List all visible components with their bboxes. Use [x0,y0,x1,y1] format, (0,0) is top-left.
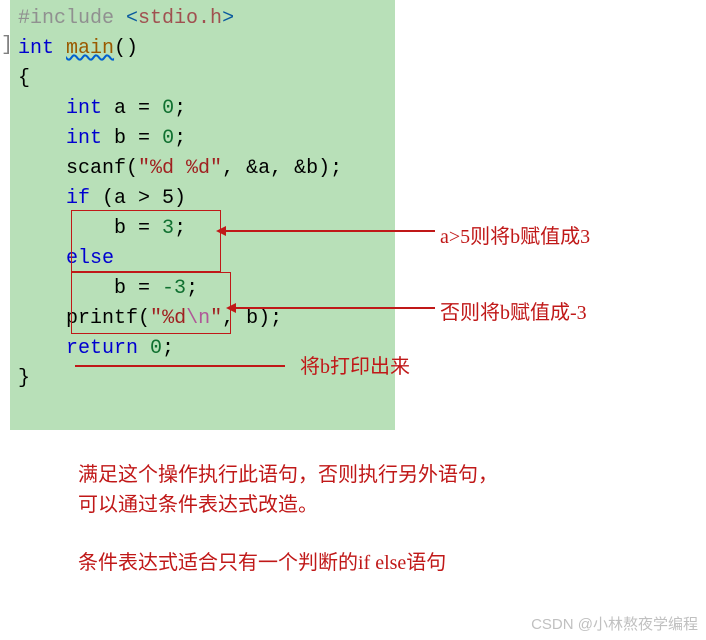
line-scanf: scanf("%d %d", &a, &b); [18,154,395,184]
main-parens: () [114,37,138,60]
arrow-line-2 [235,307,435,309]
annotation-else: 否则将b赋值成-3 [440,296,587,325]
brace-open: { [18,64,395,94]
annotation-if: a>5则将b赋值成3 [440,220,590,249]
int-kw: int [18,37,54,60]
highlight-box-if [71,210,221,272]
angle-close: > [222,7,234,30]
watermark: CSDN @小林熬夜学编程 [531,613,698,634]
highlight-box-else [71,272,231,334]
arrow-head-1-icon [216,226,226,236]
collapse-bracket-icon: ] [1,34,13,57]
line-decl-a: int a = 0; [18,94,395,124]
line-main: int main() [18,34,395,64]
line-decl-b: int b = 0; [18,124,395,154]
underline-printf [75,365,285,367]
arrow-line-1 [225,230,435,232]
explain-paragraph-1: 满足这个操作执行此语句，否则执行另外语句，可以通过条件表达式改造。 [78,460,498,520]
arrow-head-2-icon [226,303,236,313]
include-directive: #include [18,7,114,30]
line-include: #include <stdio.h> [18,4,395,34]
explain-paragraph-2: 条件表达式适合只有一个判断的if else语句 [78,548,498,578]
annotation-printf: 将b打印出来 [300,350,410,379]
header-name: stdio.h [138,7,222,30]
main-func: main [66,37,114,60]
angle-open: < [126,7,138,30]
